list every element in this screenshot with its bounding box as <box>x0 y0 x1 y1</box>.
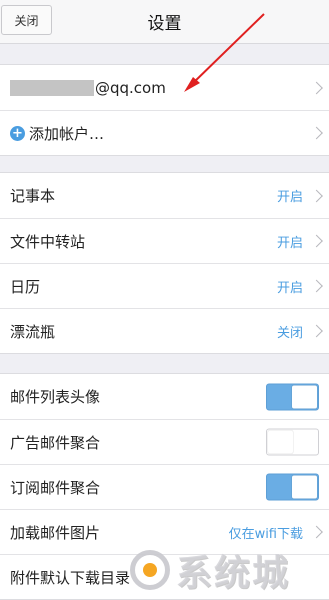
account-email: @qq.com <box>95 78 166 97</box>
toggle-knob <box>268 430 293 454</box>
chevron-right-icon <box>310 279 323 293</box>
row-value: 开启 <box>276 235 303 251</box>
row-label: 附件默认下载目录 <box>10 568 131 587</box>
toggle-knob <box>292 475 317 499</box>
ad-mail-toggle[interactable] <box>266 428 319 456</box>
apps-group: 记事本 开启 文件中转站 开启 日历 开启 漂流瓶 关闭 <box>0 172 329 354</box>
notepad-row[interactable]: 记事本 开启 <box>0 173 329 218</box>
chevron-right-icon <box>310 189 323 202</box>
row-value: 开启 <box>276 280 303 296</box>
chevron-right-icon <box>310 324 323 338</box>
watermark-logo-icon <box>130 550 170 590</box>
chevron-right-icon <box>310 234 323 248</box>
watermark-text: 系统城 <box>176 553 291 594</box>
row-label: 日历 <box>10 277 41 296</box>
account-group: @qq.com + 添加帐户… <box>0 64 329 156</box>
ad-mail-row: 广告邮件聚合 <box>0 419 329 464</box>
row-label: 文件中转站 <box>10 232 86 251</box>
chevron-right-icon <box>310 81 323 94</box>
add-account-row[interactable]: + 添加帐户… <box>0 110 329 155</box>
list-avatar-toggle[interactable] <box>266 383 319 410</box>
chevron-right-icon <box>310 126 323 140</box>
row-label: 加载邮件图片 <box>10 523 101 542</box>
toggle-knob <box>292 385 317 408</box>
row-label: 漂流瓶 <box>10 322 56 341</box>
drift-bottle-row[interactable]: 漂流瓶 关闭 <box>0 308 329 353</box>
plus-circle-icon: + <box>10 125 25 141</box>
watermark: 系统城 <box>130 541 329 599</box>
row-label: 记事本 <box>10 187 56 205</box>
account-row[interactable]: @qq.com <box>0 65 329 110</box>
row-label: 邮件列表头像 <box>10 388 101 406</box>
masked-email-prefix <box>10 79 94 96</box>
add-account-label: 添加帐户… <box>29 124 105 143</box>
chevron-right-icon <box>310 525 323 539</box>
file-transfer-row[interactable]: 文件中转站 开启 <box>0 218 329 263</box>
row-value: 开启 <box>276 190 303 205</box>
subscription-mail-row: 订阅邮件聚合 <box>0 464 329 509</box>
navigation-bar: 关闭 设置 <box>0 0 329 44</box>
calendar-row[interactable]: 日历 开启 <box>0 263 329 308</box>
row-label: 广告邮件聚合 <box>10 433 101 452</box>
list-avatar-row: 邮件列表头像 <box>0 374 329 419</box>
subscription-mail-toggle[interactable] <box>266 473 319 501</box>
row-value: 关闭 <box>276 325 303 341</box>
row-label: 订阅邮件聚合 <box>10 478 101 497</box>
page-title: 设置 <box>147 14 182 34</box>
